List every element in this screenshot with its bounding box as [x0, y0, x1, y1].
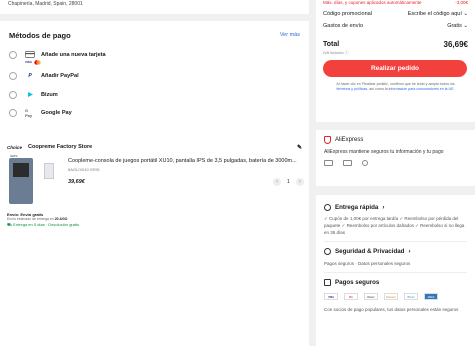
- shipping-cost-value: Gratis ⌄: [447, 23, 468, 29]
- trust-section: AliExpress AliExpress mantiene seguros t…: [316, 130, 475, 186]
- total-label: Total: [323, 41, 340, 48]
- paypal-icon: P: [28, 73, 32, 79]
- discount-note: Más. días, y cupones aplicados automátic…: [323, 0, 468, 8]
- bizum-logo: Bizum: [404, 293, 418, 300]
- order-summary: Más. días, y cupones aplicados automátic…: [316, 0, 475, 122]
- payment-option-bizum[interactable]: Bizum: [9, 87, 300, 102]
- quantity-stepper: ‹ 1 ›: [273, 178, 304, 186]
- chevron-down-icon: ⌄: [463, 11, 468, 17]
- check-icon: [362, 160, 368, 166]
- trust-text: AliExpress mantiene seguros tu informaci…: [324, 149, 444, 155]
- lock-icon: [343, 160, 352, 166]
- brand-name: AliExpress: [335, 137, 364, 143]
- radio-button[interactable]: [9, 109, 17, 117]
- shipping-address: Chapinería, Madrid, Spain, 28001: [0, 0, 309, 14]
- store-name[interactable]: Coopreme Factory Store: [28, 144, 92, 150]
- delivery-promise: ⛟ Entrega en 5 días · Devolución gratis: [7, 222, 79, 227]
- product-name[interactable]: Coopleme-consola de juegos portátil XU10…: [68, 158, 309, 164]
- product-variant: 6AGL/X010 GRIS: [68, 167, 100, 172]
- payment-option-label: Bizum: [41, 91, 58, 98]
- payment-methods-title: Métodos de pago: [9, 30, 71, 40]
- eu-info-link[interactable]: información para consumidores en la UE.: [389, 87, 455, 91]
- total-value: 36,69€: [443, 40, 468, 49]
- payment-logos: VISA MC Diners Discover Bizum AMEX: [324, 293, 467, 300]
- discover-logo: Discover: [384, 293, 398, 300]
- payment-option-label: Google Pay: [41, 110, 72, 116]
- shield-icon: [324, 136, 331, 144]
- product-variant-thumb: [44, 163, 54, 179]
- info-icon: ⓘ: [344, 50, 349, 55]
- visa-icon: VISA: [25, 60, 33, 64]
- product-price: 39,69€: [68, 179, 85, 185]
- see-more-link[interactable]: Ver más: [280, 32, 300, 38]
- decrease-button[interactable]: ‹: [273, 178, 281, 186]
- secure-payments-heading: Pagos seguros: [324, 277, 467, 287]
- iva-note: IVA incluido ⓘ: [323, 50, 349, 55]
- lock-icon: [324, 278, 331, 286]
- radio-button[interactable]: [9, 90, 17, 99]
- payment-option-gpay[interactable]: G Pay Google Pay: [9, 106, 300, 121]
- payment-option-label: Añadir PayPal: [41, 73, 79, 79]
- chevron-down-icon: ⌄: [463, 23, 468, 29]
- terms-link[interactable]: términos y políticas: [336, 87, 367, 91]
- benefits-section: Entrega rápida › ✓ Cupón de 1,00€ por en…: [316, 195, 475, 346]
- chevron-right-icon: ›: [408, 248, 411, 255]
- security-heading[interactable]: Seguridad & Privacidad ›: [324, 247, 467, 257]
- amex-logo: AMEX: [424, 293, 438, 300]
- edit-icon[interactable]: ✎: [297, 144, 302, 151]
- promo-code-row[interactable]: Código promocional Escribe el código aqu…: [323, 8, 468, 20]
- payment-methods-section: Métodos de pago Ver más Añade una nueva …: [0, 21, 309, 141]
- promo-label: Código promocional: [323, 11, 372, 17]
- payment-option-label: Añade una nueva tarjeta: [41, 51, 106, 58]
- radio-button[interactable]: [9, 72, 17, 80]
- increase-button[interactable]: ›: [295, 178, 304, 186]
- card-brands: VISA: [25, 59, 300, 65]
- card-icon: [25, 51, 35, 58]
- gpay-icon: G Pay: [25, 108, 33, 118]
- shipping-info: Envío: Envío gratis Envío estimado de en…: [7, 212, 302, 227]
- product-image[interactable]: GRIS: [9, 154, 33, 204]
- quantity-value: 1: [287, 179, 290, 185]
- visa-logo: VISA: [324, 293, 338, 300]
- order-section: Choice Coopreme Factory Store ✎ GRIS Coo…: [0, 135, 309, 346]
- check-circle-icon: [324, 203, 331, 211]
- product-image-tag: GRIS: [10, 154, 18, 158]
- shipping-cost-label: Gastos de envío: [323, 23, 364, 29]
- card-icon: [324, 160, 333, 166]
- chevron-right-icon: ›: [382, 203, 385, 211]
- promo-input[interactable]: Escribe el código aquí ⌄: [408, 11, 468, 17]
- delivery-benefits: ✓ Cupón de 1,00€ por entrega tardía ✓ Re…: [324, 216, 465, 235]
- payments-text: Con socios de pago populares, tus datos …: [324, 307, 459, 312]
- discount-value: -3,00€: [455, 0, 468, 5]
- payment-option-paypal[interactable]: P Añadir PayPal: [9, 69, 300, 84]
- place-order-button[interactable]: Realizar pedido: [323, 60, 467, 77]
- security-text: Pagos seguros · Datos personales seguros: [324, 260, 411, 266]
- diners-logo: Diners: [364, 293, 378, 300]
- bizum-icon: [25, 91, 35, 98]
- fast-delivery-heading[interactable]: Entrega rápida ›: [324, 202, 467, 212]
- product-item: GRIS Coopleme-consola de juegos portátil…: [7, 154, 304, 208]
- radio-button[interactable]: [9, 50, 17, 59]
- shipping-cost-row: Gastos de envío Gratis ⌄: [323, 20, 468, 32]
- mastercard-logo: MC: [344, 293, 358, 300]
- shield-check-icon: [324, 248, 331, 255]
- mastercard-icon: [34, 59, 41, 65]
- legal-text: Al hacer clic en 'Realizar pedido', conf…: [336, 82, 455, 91]
- truck-icon: ⛟: [7, 222, 13, 227]
- choice-badge: Choice: [7, 144, 23, 150]
